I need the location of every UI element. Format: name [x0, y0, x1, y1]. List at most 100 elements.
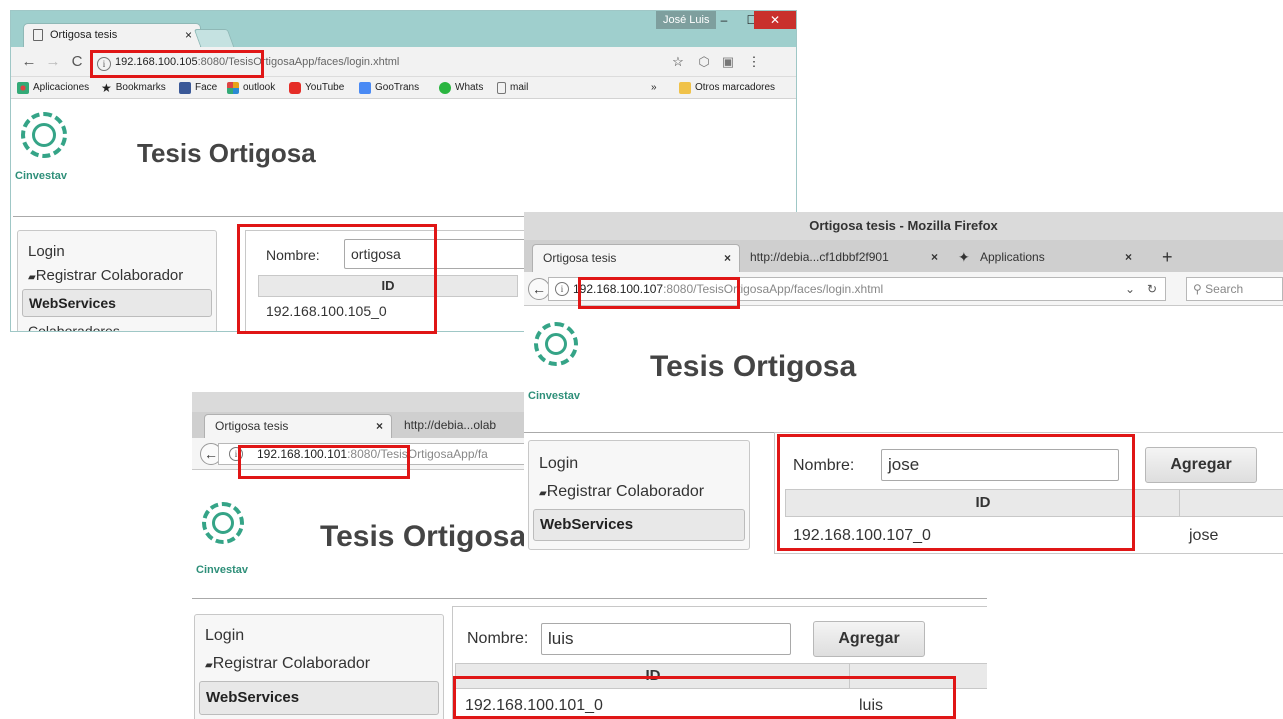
cast-icon[interactable]: ▣	[719, 53, 737, 71]
tab-close-icon[interactable]: ×	[376, 415, 383, 437]
applications-icon: ✦	[958, 249, 970, 265]
bookmark-label: Aplicaciones	[33, 82, 90, 93]
tab-strip: Ortigosa tesis × http://debia...cf1dbbf2…	[524, 240, 1283, 272]
logo-text: Cinvestav	[528, 390, 580, 402]
agregar-button[interactable]: Agregar	[813, 621, 925, 657]
col-header-id[interactable]: ID	[258, 275, 518, 297]
row-name-cell: jose	[1189, 527, 1219, 544]
bookmark-bookmarks[interactable]: ★ Bookmarks	[101, 77, 166, 99]
row-id-cell: 192.168.100.101_0	[465, 697, 603, 714]
tab-ortigosa-tesis[interactable]: Ortigosa tesis ×	[23, 23, 201, 47]
menu-registrar-colaborador[interactable]: ▰Registrar Colaborador	[205, 655, 370, 673]
close-window-icon[interactable]: ✕	[754, 11, 796, 29]
new-tab-button[interactable]	[193, 29, 235, 47]
new-tab-button[interactable]: +	[1152, 244, 1178, 272]
info-icon[interactable]: i	[97, 57, 111, 71]
menu-login[interactable]: Login	[205, 627, 244, 645]
nombre-input[interactable]: jose	[881, 449, 1119, 481]
col-header-id[interactable]: ID	[785, 489, 1181, 517]
menu-webservices[interactable]: WebServices	[199, 681, 439, 715]
nombre-input[interactable]: luis	[541, 623, 791, 655]
document-icon	[497, 82, 506, 94]
side-menu: Login ▰Registrar Colaborador WebServices…	[17, 230, 217, 331]
logo-text: Cinvestav	[15, 170, 67, 182]
reload-icon[interactable]: C	[67, 52, 87, 72]
apps-grid-icon	[17, 82, 29, 94]
logo-caption: Cinvestav	[196, 560, 248, 578]
tab-label: http://debia...cf1dbbf2f901	[750, 250, 889, 264]
cinvestav-logo	[19, 112, 69, 162]
bookmark-face[interactable]: Face	[179, 77, 217, 99]
bookmark-label: YouTube	[305, 82, 345, 93]
url-path: :8080/TesisOrtigosaApp/faces/login.xhtml	[197, 56, 400, 68]
bookmark-label: outlook	[243, 82, 276, 93]
menu-registrar-colaborador[interactable]: ▰Registrar Colaborador	[539, 483, 704, 501]
bookmark-label: GooTrans	[375, 82, 420, 93]
info-icon[interactable]: i	[555, 282, 569, 296]
menu-login[interactable]: Login	[539, 455, 578, 473]
outlook-icon	[227, 82, 239, 94]
bookmark-outlook[interactable]: outlook	[227, 77, 275, 99]
chrome-titlebar: Ortigosa tesis × José Luis ‒ ☐ ✕	[11, 11, 796, 47]
menu-webservices[interactable]: WebServices	[22, 289, 212, 317]
back-arrow-icon[interactable]: ←	[19, 52, 39, 72]
star-icon: ★	[101, 81, 112, 95]
address-bar[interactable]: i 192.168.100.105:8080/TesisOrtigosaApp/f…	[93, 51, 653, 73]
tab-label: http://debia...olab	[404, 418, 497, 432]
bookmark-youtube[interactable]: YouTube	[289, 77, 344, 99]
agregar-button[interactable]: Agregar	[1145, 447, 1257, 483]
tab-debian[interactable]: http://debia...cf1dbbf2f901 ×	[740, 244, 946, 272]
window-title: Ortigosa tesis - Mozilla Firefox	[524, 212, 1283, 240]
forward-arrow-icon[interactable]: →	[43, 52, 63, 72]
menu-label: Registrar Colaborador	[35, 267, 184, 284]
col-header-name[interactable]	[849, 663, 987, 689]
search-input[interactable]: ⚲ Search	[1186, 277, 1283, 301]
search-placeholder: Search	[1205, 282, 1244, 296]
url-host: 192.168.100.101	[257, 447, 348, 461]
tab-ortigosa-tesis[interactable]: Ortigosa tesis ×	[532, 244, 740, 272]
tab-applications[interactable]: ✦ Applications ×	[948, 244, 1140, 272]
address-bar[interactable]: i 192.168.100.107:8080/TesisOrtigosaApp/…	[548, 277, 1166, 301]
extension-icon[interactable]: ⬡	[695, 53, 713, 71]
bookmark-mail[interactable]: mail	[497, 77, 528, 99]
nombre-label: Nombre:	[266, 247, 320, 263]
webservice-panel: Nombre: jose Agregar ID 192.168.100.107_…	[774, 432, 1283, 554]
bookmark-whats[interactable]: Whats	[439, 77, 483, 99]
logo-text: Cinvestav	[196, 564, 248, 576]
bookmark-aplicaciones[interactable]: Aplicaciones	[17, 77, 89, 99]
logo-inner-ring	[32, 123, 56, 147]
cinvestav-logo	[202, 502, 246, 546]
tab-close-icon[interactable]: ×	[1125, 244, 1132, 270]
profile-user-badge[interactable]: José Luis	[656, 11, 717, 29]
tab-close-icon[interactable]: ×	[724, 245, 731, 271]
tab-label: Ortigosa tesis	[543, 251, 617, 265]
webservice-panel: Nombre: luis Agregar ID 192.168.100.101_…	[452, 606, 987, 719]
back-arrow-icon[interactable]: ←	[528, 278, 550, 300]
star-bookmark-icon[interactable]: ☆	[669, 53, 687, 71]
col-header-id[interactable]: ID	[455, 663, 851, 689]
menu-colaboradores[interactable]: Colaboradores	[28, 323, 120, 331]
menu-label: Registrar Colaborador	[212, 655, 371, 672]
bookmark-label: Bookmarks	[115, 82, 166, 93]
tab-close-icon[interactable]: ×	[185, 24, 192, 46]
menu-webservices[interactable]: WebServices	[533, 509, 745, 541]
menu-login[interactable]: Login	[28, 243, 65, 260]
reload-icon[interactable]: ↻	[1147, 278, 1157, 300]
row-name-cell: luis	[859, 697, 884, 714]
bookmarks-overflow-chevron[interactable]: »	[651, 77, 657, 99]
row-id-cell: 192.168.100.105_0	[266, 303, 387, 319]
menu-kebab-icon[interactable]: ⋮	[745, 53, 763, 71]
folder-open-icon: ▰	[539, 488, 547, 499]
menu-registrar-colaborador[interactable]: ▰Registrar Colaborador	[28, 267, 183, 284]
bookmark-gootrans[interactable]: GooTrans	[359, 77, 419, 99]
tab-debian[interactable]: http://debia...olab	[394, 414, 534, 438]
col-header-name[interactable]	[1179, 489, 1283, 517]
minimize-icon[interactable]: ‒	[711, 11, 737, 29]
dropdown-chevron-icon[interactable]: ⌄	[1125, 278, 1135, 300]
bookmark-otros-marcadores[interactable]: Otros marcadores	[679, 77, 775, 99]
page-title: Tesis Ortigosa	[320, 520, 527, 553]
tab-close-icon[interactable]: ×	[931, 244, 938, 270]
google-translate-icon	[359, 82, 371, 94]
tab-ortigosa-tesis[interactable]: Ortigosa tesis ×	[204, 414, 392, 438]
info-icon[interactable]: i	[229, 447, 243, 461]
